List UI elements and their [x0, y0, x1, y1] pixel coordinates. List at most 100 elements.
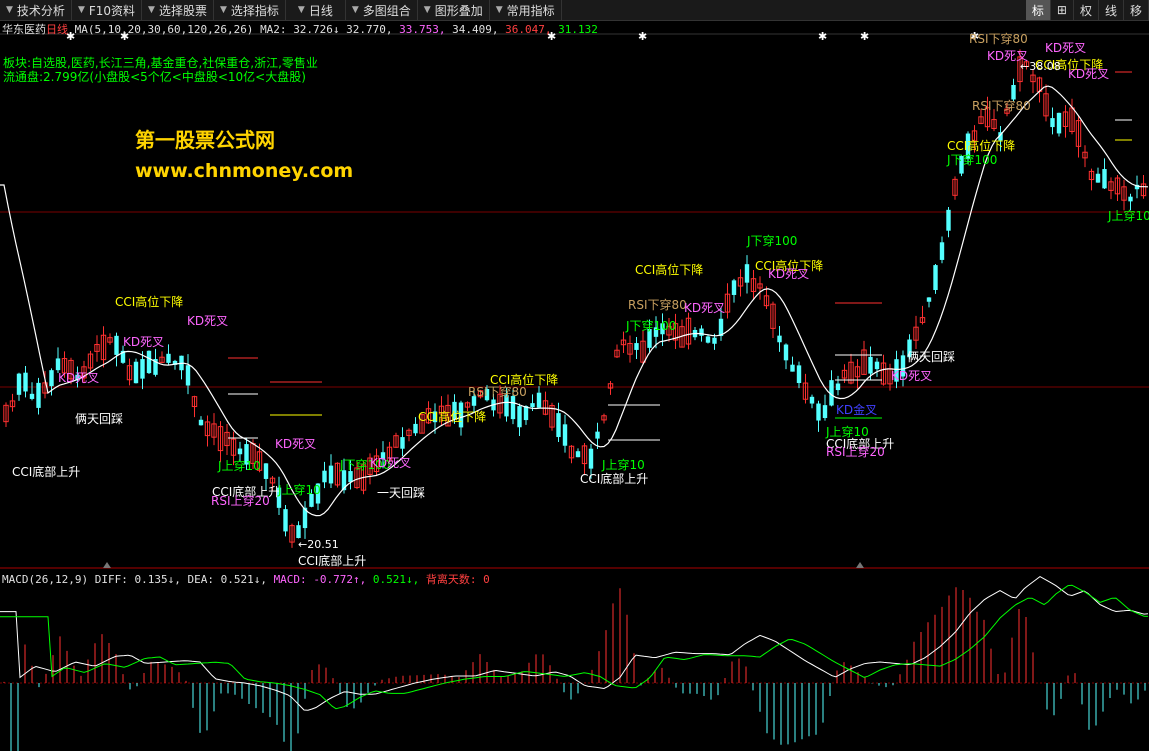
toolbar-item-select-indicator[interactable]: ▼ 选择指标: [214, 0, 286, 20]
candle-down: [1128, 196, 1133, 202]
diff-label: DIFF:: [94, 573, 128, 586]
candle-down: [263, 463, 269, 479]
signal-annotation: KD死叉: [684, 301, 725, 315]
signal-annotation: CCI底部上升: [580, 471, 648, 486]
candle-down: [413, 423, 418, 434]
toolbar-item-period[interactable]: ▼ 日线: [286, 0, 346, 20]
candle-down: [1011, 84, 1016, 100]
move-button[interactable]: 移: [1124, 0, 1149, 20]
dropdown-arrow-icon: ▼: [495, 5, 503, 15]
candle-down: [575, 451, 581, 458]
ma-info-line: 华东医药日线 MA(5,10,20,30,60,120,26,26) MA2: …: [2, 21, 598, 37]
rights-button[interactable]: 权: [1074, 0, 1099, 20]
line-button[interactable]: 线: [1099, 0, 1124, 20]
candle-down: [595, 431, 600, 439]
candle-down: [55, 358, 61, 371]
candle-down: [868, 356, 873, 374]
toolbar-label: 技术分析: [16, 3, 65, 18]
grid-icon[interactable]: ⊞: [1051, 0, 1074, 20]
signal-annotation: RSI上穿20: [826, 444, 885, 459]
signal-annotation: J上穿10: [1107, 208, 1149, 223]
candle-down: [283, 509, 288, 532]
signal-annotation: J下穿100: [625, 318, 676, 333]
high-price-label: ←38.08: [1020, 60, 1061, 73]
signal-annotation: KD死叉: [58, 371, 99, 385]
dropdown-arrow-icon: ▼: [77, 5, 85, 15]
candle-down: [809, 396, 815, 404]
candle-down: [523, 406, 529, 421]
ma-values: 32.726↓ 32.770, 33.753, 34.409, 36.047, …: [293, 23, 598, 36]
candle-down: [114, 335, 119, 355]
toolbar-label: 常用指标: [506, 3, 555, 18]
ma-value: 33.753,: [399, 23, 453, 36]
candle-down: [237, 448, 243, 455]
signal-annotation: KD死叉: [275, 437, 316, 451]
candle-down: [874, 361, 880, 370]
candle-down: [1095, 173, 1101, 183]
candle-down: [185, 365, 191, 386]
macd-value-label: MACD:: [273, 573, 307, 586]
ma-value: 36.047,: [505, 23, 559, 36]
dropdown-arrow-icon: ▼: [297, 5, 305, 15]
dropdown-arrow-icon: ▼: [148, 5, 155, 15]
toolbar-label: F10资料: [88, 3, 136, 18]
ma2-label: MA2:: [260, 23, 287, 36]
toolbar: ▼ 技术分析 ▼ F10资料 ▼ 选择股票 ▼ 选择指标 ▼ 日线 ▼ 多图组合 ▼ 图形叠加…: [0, 0, 1149, 21]
toolbar-item-tech-analysis[interactable]: ▼ 技术分析: [0, 0, 72, 20]
candle-down: [36, 382, 41, 408]
signal-annotation: RSI下穿80: [969, 31, 1028, 46]
signal-annotation: KD死叉: [1068, 67, 1109, 81]
signal-annotation: J上穿10: [277, 482, 321, 497]
candle-down: [712, 337, 717, 344]
low-price-label: ←20.51: [298, 538, 339, 551]
dropdown-arrow-icon: ▼: [6, 5, 13, 15]
candle-down: [796, 365, 802, 384]
toolbar-item-multi-chart[interactable]: ▼ 多图组合: [346, 0, 418, 20]
dea-label: DEA:: [187, 573, 214, 586]
candle-down: [926, 297, 932, 302]
candle-down: [718, 318, 724, 337]
signal-annotation: 俩天回踩: [75, 412, 123, 426]
candle-down: [1102, 169, 1107, 189]
signal-annotation: RSI下穿80: [972, 98, 1031, 113]
diff-value: 0.135↓,: [134, 573, 181, 586]
toolbar-item-f10[interactable]: ▼ F10资料: [72, 0, 143, 20]
toolbar-label: 多图组合: [362, 3, 411, 18]
candle-down: [322, 470, 327, 483]
candle-down: [296, 525, 301, 539]
signal-annotation: KD死叉: [768, 267, 809, 281]
stock-name: 华东医药: [2, 23, 46, 36]
signal-annotation: J下穿100: [746, 233, 797, 248]
pane-marker-icon: [103, 562, 111, 568]
candle-down: [348, 471, 353, 483]
pane-marker-icon: [856, 562, 864, 568]
signal-annotation: J下穿100: [946, 152, 997, 167]
candle-down: [146, 350, 152, 374]
mark-button[interactable]: 标: [1025, 0, 1051, 20]
star-marker: ✱: [818, 30, 827, 43]
toolbar-item-common-indicator[interactable]: ▼ 常用指标: [490, 0, 562, 20]
candle-down: [23, 372, 28, 392]
float-share-info: 流通盘:2.799亿(小盘股<5个亿<中盘股<10亿<大盘股): [3, 70, 306, 84]
candle-down: [517, 406, 522, 428]
signal-annotation: CCI高位下降: [947, 138, 1015, 153]
toolbar-item-select-stock[interactable]: ▼ 选择股票: [142, 0, 214, 20]
candle-down: [705, 336, 711, 343]
divergence-value: 0: [483, 573, 490, 586]
candle-down: [49, 370, 54, 387]
macd-value: -0.772↑,: [313, 573, 367, 586]
toolbar-item-overlay[interactable]: ▼ 图形叠加: [418, 0, 490, 20]
candle-down: [133, 361, 139, 384]
signal-annotation: CCI高位下降: [635, 262, 703, 277]
candle-down: [588, 448, 594, 469]
candle-down: [777, 335, 782, 343]
candle-down: [783, 344, 789, 361]
toolbar-label: 选择股票: [158, 3, 207, 18]
signal-annotation: 俩天回踩: [907, 350, 955, 364]
dropdown-arrow-icon: ▼: [351, 5, 359, 15]
candle-down: [634, 343, 639, 350]
star-marker: ✱: [860, 30, 869, 43]
candle-down: [1056, 112, 1062, 134]
diff-line: [0, 576, 1149, 711]
candle-down: [699, 328, 704, 336]
